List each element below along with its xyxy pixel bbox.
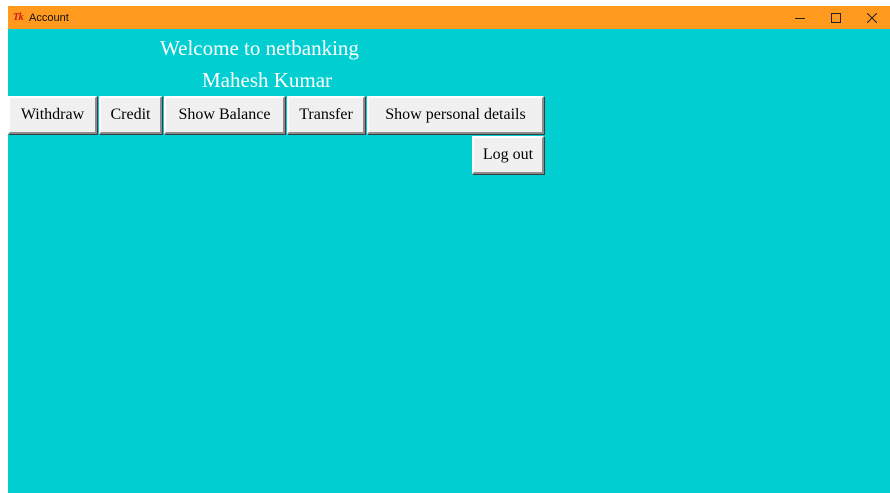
log-out-button[interactable]: Log out <box>472 136 544 174</box>
minimize-button[interactable] <box>782 6 818 29</box>
show-personal-details-button[interactable]: Show personal details <box>367 96 544 134</box>
welcome-label: Welcome to netbanking <box>160 36 359 60</box>
title-bar[interactable]: Tk Account <box>8 6 890 29</box>
credit-button[interactable]: Credit <box>99 96 162 134</box>
minimize-icon <box>795 17 805 19</box>
maximize-button[interactable] <box>818 6 854 29</box>
close-button[interactable] <box>854 6 890 29</box>
withdraw-button[interactable]: Withdraw <box>8 96 97 134</box>
tk-icon: Tk <box>13 12 24 23</box>
show-balance-button[interactable]: Show Balance <box>164 96 285 134</box>
maximize-icon <box>831 12 841 23</box>
window-title: Account <box>29 11 69 24</box>
account-window: Tk Account Welcome to netbanking Mahesh … <box>8 6 890 493</box>
window-controls <box>782 6 890 29</box>
user-name-label: Mahesh Kumar <box>202 68 333 92</box>
transfer-button[interactable]: Transfer <box>287 96 365 134</box>
close-icon <box>867 12 877 23</box>
